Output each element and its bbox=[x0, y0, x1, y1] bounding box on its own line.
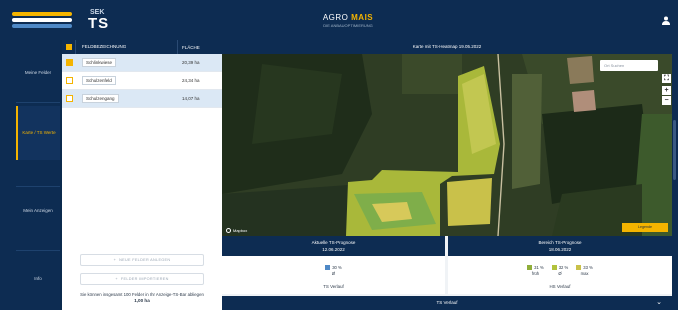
sidebar-item-map[interactable]: Karte / TS Werte bbox=[16, 106, 60, 160]
stat-value: 31 % bbox=[534, 265, 544, 270]
import-fields-label: FELDER IMPORTIEREN bbox=[120, 277, 169, 281]
sidebar-item-label: Info bbox=[34, 275, 42, 281]
table-row[interactable]: Schulzengang 14,07 ha bbox=[62, 90, 222, 108]
color-swatch bbox=[576, 265, 582, 271]
row-checkbox[interactable] bbox=[65, 77, 73, 84]
plus-icon: + bbox=[115, 277, 118, 281]
scrollbar-thumb[interactable] bbox=[673, 120, 676, 180]
sidebar-item-info[interactable]: Info bbox=[16, 252, 60, 306]
sidebar-item-display[interactable]: Mein Anzeigen bbox=[16, 184, 60, 238]
card-date: 18.06.2022 bbox=[548, 246, 572, 252]
brand-logo-stripes bbox=[12, 10, 74, 34]
hs-history-link[interactable]: HS Verlauf bbox=[448, 284, 672, 289]
table-row[interactable]: Schlinkwiese 20,39 ha bbox=[62, 54, 222, 72]
field-limit-note: Sie können insgesamt 100 Felder in Ihr A… bbox=[66, 292, 218, 304]
add-fields-label: NEUE FELDER ANLEGEN bbox=[119, 258, 171, 262]
column-header-name[interactable]: FELDBEZEICHNUNG bbox=[76, 40, 178, 54]
map-title: Karte mit TS-Heatmap 19.05.2022 bbox=[222, 40, 672, 54]
sidebar: Meine Felder Karte / TS Werte Mein Anzei… bbox=[0, 40, 60, 310]
fullscreen-icon[interactable]: ⛶ bbox=[662, 74, 671, 83]
stat-sub: früh bbox=[531, 271, 540, 277]
ts-history-link[interactable]: TS Verlauf bbox=[222, 284, 445, 289]
sidebar-item-label: Karte / TS Werte bbox=[22, 129, 56, 135]
card-title: Aktuelle TS-Prognose bbox=[311, 240, 356, 245]
chevron-down-icon[interactable]: ⌄ bbox=[656, 296, 662, 310]
card-date: 12.06.2022 bbox=[322, 246, 345, 252]
mapbox-icon bbox=[226, 228, 231, 233]
stat-value: 33 % bbox=[583, 265, 593, 270]
stat-sub: Ø bbox=[331, 271, 336, 277]
card-title: Bereich TS-Prognose bbox=[538, 240, 582, 245]
stat-value: 30 % bbox=[332, 265, 342, 270]
sidebar-item-label: Mein Anzeigen bbox=[23, 207, 53, 213]
app-header: SEK TS AGRO MAIS DIE ANBAUOPTIMIERUNG bbox=[0, 0, 678, 40]
row-checkbox[interactable] bbox=[65, 95, 73, 102]
field-area: 20,39 ha bbox=[182, 60, 200, 65]
current-prognosis-card: Aktuelle TS-Prognose 12.06.2022 30 % Ø T… bbox=[222, 236, 445, 294]
import-fields-button[interactable]: + FELDER IMPORTIEREN bbox=[80, 273, 204, 285]
add-fields-button[interactable]: + NEUE FELDER ANLEGEN bbox=[80, 254, 204, 266]
field-limit-text: Sie können insgesamt 100 Felder in Ihr A… bbox=[80, 292, 204, 297]
color-swatch bbox=[527, 265, 533, 271]
sidebar-item-my-fields[interactable]: Meine Felder bbox=[16, 46, 60, 100]
map-canvas[interactable] bbox=[222, 54, 672, 236]
column-header-area[interactable]: FLÄCHE bbox=[178, 45, 200, 50]
table-row[interactable]: Schulzenfeld 24,34 ha bbox=[62, 72, 222, 90]
brand-suffix: MAIS bbox=[351, 13, 374, 22]
logo-main-text: TS bbox=[88, 15, 110, 32]
stat-average: 30 % Ø bbox=[325, 265, 342, 278]
field-area: 14,07 ha bbox=[182, 96, 200, 101]
zoom-in-button[interactable]: + bbox=[662, 86, 671, 95]
zoom-out-button[interactable]: − bbox=[662, 96, 671, 105]
satellite-map[interactable]: Ort Suchen ⛶ + − Legende Mapbox bbox=[222, 54, 672, 236]
plus-icon: + bbox=[113, 258, 117, 262]
prognosis-cards: Aktuelle TS-Prognose 12.06.2022 30 % Ø T… bbox=[222, 236, 672, 296]
stat-max: 33 % max bbox=[576, 265, 593, 278]
attribution-text: Mapbox bbox=[233, 228, 248, 233]
legend-button[interactable]: Legende bbox=[622, 223, 668, 232]
harvest-prognosis-card: Bereich TS-Prognose 18.06.2022 31 % früh… bbox=[448, 236, 672, 294]
brand-tagline: DIE ANBAUOPTIMIERUNG bbox=[323, 23, 373, 28]
field-name: Schulzengang bbox=[82, 94, 119, 103]
stat-value: 32 % bbox=[558, 265, 569, 270]
map-attribution: Mapbox bbox=[226, 228, 247, 233]
ts-history-bar[interactable]: TS Verlauf ⌄ bbox=[222, 296, 672, 310]
field-list-panel: FELDBEZEICHNUNG FLÄCHE Schlinkwiese 20,3… bbox=[62, 40, 222, 310]
stat-sub: max bbox=[580, 271, 589, 277]
stat-sub: Ø bbox=[558, 271, 562, 277]
user-icon[interactable] bbox=[662, 16, 670, 25]
brand-prefix: AGRO bbox=[322, 13, 349, 22]
field-name: Schulzenfeld bbox=[82, 76, 116, 85]
stat-average: 32 % Ø bbox=[551, 265, 569, 278]
ts-history-label: TS Verlauf bbox=[436, 300, 458, 305]
field-table-header: FELDBEZEICHNUNG FLÄCHE bbox=[62, 40, 222, 54]
sidebar-item-label: Meine Felder bbox=[24, 69, 52, 75]
field-name: Schlinkwiese bbox=[82, 58, 117, 67]
row-checkbox[interactable] bbox=[65, 59, 73, 66]
field-total-area: 1,00 ha bbox=[134, 298, 150, 304]
stat-early: 31 % früh bbox=[527, 265, 544, 278]
color-swatch bbox=[551, 265, 557, 271]
color-swatch bbox=[325, 265, 331, 271]
brand-wordmark: AGRO MAIS DIE ANBAUOPTIMIERUNG bbox=[318, 13, 378, 28]
select-all-checkbox[interactable] bbox=[62, 40, 76, 54]
field-area: 24,34 ha bbox=[182, 78, 200, 83]
map-search-input[interactable]: Ort Suchen bbox=[600, 60, 658, 71]
